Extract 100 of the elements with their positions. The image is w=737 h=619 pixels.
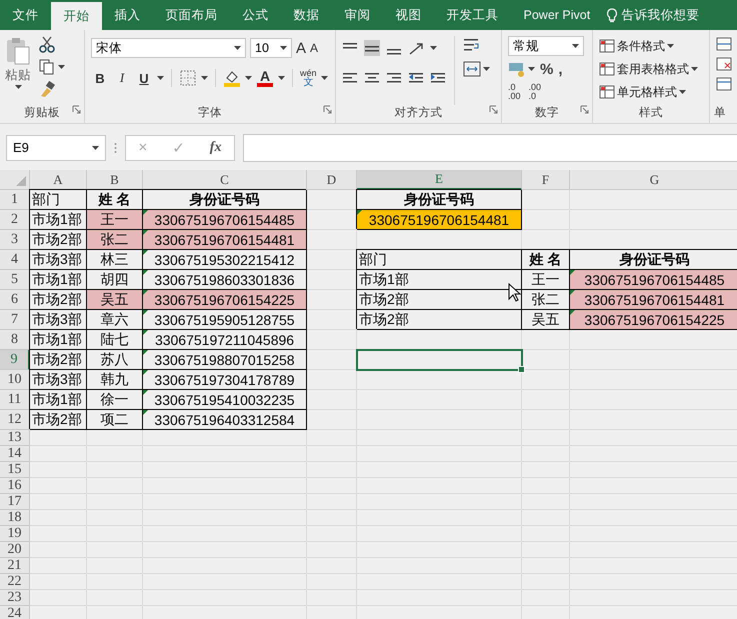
table-cell[interactable]: 姓 名 [522, 250, 570, 270]
table-cell[interactable]: 330675196706154481 [357, 210, 522, 230]
table-cell[interactable]: 市场1部 [30, 330, 87, 350]
table-cell[interactable]: 徐一 [87, 390, 143, 410]
table-cell[interactable]: 韩九 [87, 370, 143, 390]
table-cell[interactable]: 330675196706154485 [570, 270, 737, 290]
ribbon-tab[interactable]: Power Pivot [511, 0, 603, 30]
row-header[interactable]: 9 [0, 350, 30, 370]
row-header[interactable]: 19 [0, 526, 30, 542]
row-header[interactable]: 21 [0, 558, 30, 574]
caret-icon[interactable] [430, 46, 437, 50]
insert-cells-icon[interactable] [716, 36, 732, 52]
row-header[interactable]: 20 [0, 542, 30, 558]
number-format-dropdown[interactable]: 常规 [508, 36, 584, 56]
table-cell[interactable]: 市场1部 [30, 270, 87, 290]
ribbon-tab[interactable]: 视图 [383, 0, 434, 30]
table-cell[interactable]: 330675197304178789 [143, 370, 307, 390]
row-header[interactable]: 12 [0, 410, 30, 430]
borders-icon[interactable] [179, 69, 197, 87]
comma-button[interactable]: , [558, 60, 563, 78]
lightbulb-icon[interactable] [604, 7, 619, 23]
table-cell[interactable]: 市场1部 [30, 390, 87, 410]
table-cell[interactable]: 市场3部 [30, 250, 87, 270]
cell-style-icon[interactable] [599, 84, 615, 100]
underline-button[interactable]: U [135, 70, 153, 86]
caret-icon[interactable] [691, 67, 698, 71]
table-cell[interactable]: 市场2部 [357, 310, 522, 330]
row-header[interactable]: 11 [0, 390, 30, 410]
ribbon-tab[interactable]: 插入 [102, 0, 153, 30]
caret-icon[interactable] [667, 44, 674, 48]
ribbon-tab[interactable]: 页面布局 [153, 0, 230, 30]
dialog-launcher-icon[interactable] [580, 105, 589, 114]
ribbon-tab[interactable]: 数据 [281, 0, 332, 30]
row-header[interactable]: 24 [0, 606, 30, 619]
table-cell[interactable]: 330675196403312584 [143, 410, 307, 430]
copy-icon[interactable] [38, 58, 56, 76]
row-header[interactable]: 15 [0, 462, 30, 478]
ribbon-tab[interactable]: 审阅 [332, 0, 383, 30]
table-cell[interactable]: 项二 [87, 410, 143, 430]
row-header[interactable]: 5 [0, 270, 30, 290]
italic-button[interactable]: I [113, 70, 131, 86]
dialog-launcher-icon[interactable] [72, 105, 81, 114]
style-menu-button[interactable]: 条件格式 [599, 36, 705, 56]
row-header[interactable]: 8 [0, 330, 30, 350]
table-format-icon[interactable] [599, 61, 615, 77]
table-cell[interactable]: 330675196706154225 [570, 310, 737, 330]
dialog-launcher-icon[interactable] [489, 105, 498, 114]
table-cell[interactable]: 330675198807015258 [143, 350, 307, 370]
font-color-button[interactable]: A [256, 69, 274, 87]
ribbon-tab[interactable]: 开发工具 [434, 0, 511, 30]
row-header[interactable]: 17 [0, 494, 30, 510]
column-header[interactable]: B [87, 170, 143, 190]
table-cell[interactable]: 330675196706154225 [143, 290, 307, 310]
table-cell[interactable]: 330675195905128755 [143, 310, 307, 330]
table-cell[interactable]: 330675195302215412 [143, 250, 307, 270]
decrease-decimal-button[interactable]: .00 .0 [528, 83, 542, 101]
table-cell[interactable]: 部门 [357, 250, 522, 270]
column-header[interactable]: E [357, 170, 522, 190]
caret-icon[interactable] [234, 46, 241, 50]
insert-function-button[interactable]: fx [210, 140, 222, 156]
row-header[interactable]: 3 [0, 230, 30, 250]
tell-me-field[interactable]: 告诉我你想要 [622, 6, 700, 24]
increase-decimal-button[interactable]: .0 .00 [508, 83, 521, 101]
table-cell[interactable]: 苏八 [87, 350, 143, 370]
ribbon-tab[interactable]: 开始 [51, 2, 102, 30]
row-header[interactable]: 4 [0, 250, 30, 270]
row-header[interactable]: 6 [0, 290, 30, 310]
font-size-dropdown[interactable]: 10 [250, 38, 292, 58]
table-cell[interactable]: 330675195410032235 [143, 390, 307, 410]
paste-button[interactable]: 粘贴 [4, 36, 32, 105]
delete-cells-icon[interactable] [716, 56, 732, 72]
table-cell[interactable]: 林三 [87, 250, 143, 270]
caret-icon[interactable] [572, 44, 579, 48]
table-cell[interactable]: 市场2部 [30, 350, 87, 370]
caret-icon[interactable] [528, 67, 535, 71]
table-cell[interactable]: 张二 [87, 230, 143, 250]
row-header[interactable]: 2 [0, 210, 30, 230]
ribbon-tab[interactable]: 公式 [230, 0, 281, 30]
name-box[interactable]: E9 [6, 134, 106, 160]
row-header[interactable]: 18 [0, 510, 30, 526]
table-cell[interactable]: 市场2部 [30, 410, 87, 430]
table-cell[interactable]: 330675196706154481 [143, 230, 307, 250]
clipboard-icon[interactable] [4, 36, 32, 66]
table-cell[interactable]: 部门 [30, 190, 87, 210]
table-cell[interactable]: 陆七 [87, 330, 143, 350]
caret-icon[interactable] [320, 76, 328, 80]
column-header[interactable]: G [570, 170, 737, 190]
caret-icon[interactable] [278, 76, 285, 80]
conditional-format-icon[interactable] [599, 38, 615, 54]
dialog-launcher-icon[interactable] [323, 105, 332, 114]
format-cells-icon[interactable] [716, 76, 732, 92]
ribbon-tab[interactable]: 文件 [0, 0, 51, 30]
row-header[interactable]: 22 [0, 574, 30, 590]
column-header[interactable]: F [522, 170, 570, 190]
table-cell[interactable]: 王一 [87, 210, 143, 230]
caret-icon[interactable] [157, 76, 164, 80]
caret-icon[interactable] [483, 67, 490, 71]
table-cell[interactable]: 市场3部 [30, 310, 87, 330]
active-cell[interactable] [356, 349, 523, 371]
caret-icon[interactable] [280, 46, 287, 50]
